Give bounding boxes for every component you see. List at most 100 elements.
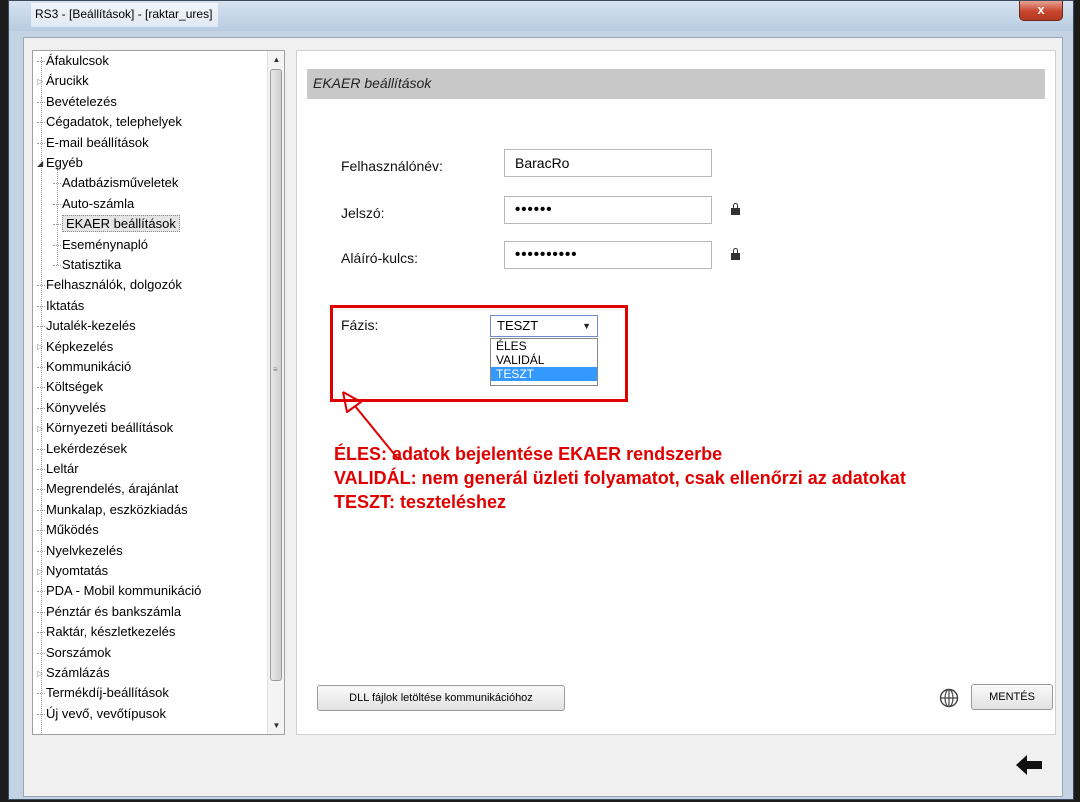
phase-label: Fázis: [341,317,379,333]
panel-title: EKAER beállítások [313,75,432,91]
tree-item[interactable]: Áfakulcsok [37,51,109,71]
tree-connector [37,704,46,724]
signing-key-label: Aláíró-kulcs: [341,250,419,266]
tree-connector [37,582,46,602]
password-field[interactable]: •••••• [504,196,712,224]
tree-item[interactable]: Felhasználók, dolgozók [37,275,182,295]
phase-option-eles[interactable]: ÉLES [491,339,597,353]
phase-option-validal[interactable]: VALIDÁL [491,353,597,367]
annotation-line-eles: ÉLES: adatok bejelentése EKAER rendszerb… [334,444,723,464]
tree-scrollbar[interactable]: ▲ ≡ ▼ [267,51,284,734]
tree-connector [37,296,46,316]
tree-item[interactable]: EKAER beállítások [53,214,180,234]
tree-item[interactable]: PDA - Mobil kommunikáció [37,581,201,601]
tree-item-label: Felhasználók, dolgozók [46,277,182,293]
lock-icon [731,203,740,215]
tree-item[interactable]: ▷ Számlázás [37,663,110,683]
lock-icon [731,248,740,260]
collapse-arrow-icon[interactable]: ◢ [37,154,46,174]
annotation-line-validal: VALIDÁL: nem generál üzleti folyamatot, … [334,468,906,488]
tree-item[interactable]: Bevételezés [37,92,117,112]
tree-item-label: Nyelvkezelés [46,542,123,558]
tree-item-label: Auto-számla [62,195,135,211]
tree-connector [53,235,62,255]
back-arrow-icon[interactable] [1016,755,1042,775]
tree-item[interactable]: Új vevő, vevőtípusok [37,704,166,724]
tree-item-label: Számlázás [46,665,110,680]
client-area: Áfakulcsok ▷ Árucikk Bevételezés Cégadatok, … [23,37,1063,797]
tree-item[interactable]: Statisztika [53,255,121,275]
tree-item-label: EKAER beállítások [62,215,180,233]
phase-option-teszt[interactable]: TESZT [491,367,597,381]
save-button[interactable]: MENTÉS [971,684,1053,710]
phase-select-value: TESZT [497,318,539,333]
tree-connector [37,113,46,133]
close-button[interactable]: x [1019,1,1063,21]
tree-item[interactable]: Cégadatok, telephelyek [37,112,182,132]
tree-item-label: Képkezelés [46,338,114,354]
tree-item-label: E-mail beállítások [46,134,149,150]
tree-item-label: Áfakulcsok [46,53,109,68]
tree-item[interactable]: Sorszámok [37,643,111,663]
tree-connector [37,378,46,398]
tree-item-label: PDA - Mobil kommunikáció [46,583,202,599]
tree-item-label: Új vevő, vevőtípusok [46,705,166,721]
tree-connector [53,215,62,235]
tree-item-label: Cégadatok, telephelyek [46,114,182,130]
globe-icon[interactable] [939,688,959,708]
tree-item[interactable]: Termékdíj-beállítások [37,683,169,703]
tree-connector [37,398,46,418]
tree-item[interactable]: Költségek [37,377,103,397]
scroll-thumb[interactable]: ≡ [270,69,282,681]
tree-item[interactable]: ▷ Árucikk [37,71,89,91]
expand-arrow-icon[interactable]: ▷ [37,419,46,439]
password-label: Jelszó: [341,205,385,221]
tree-item[interactable]: Adatbázisműveletek [53,173,178,193]
tree-item[interactable]: Pénztár és bankszámla [37,602,181,622]
signing-key-field[interactable]: •••••••••• [504,241,712,269]
tree-item[interactable]: E-mail beállítások [37,133,149,153]
settings-tree: Áfakulcsok ▷ Árucikk Bevételezés Cégadatok, … [32,50,285,735]
tree-item[interactable]: Jutalék-kezelés [37,316,136,336]
tree-item-label: Egyéb [46,155,83,170]
tree-item[interactable]: ◢ Egyéb [37,153,83,173]
expand-arrow-icon[interactable]: ▷ [37,337,46,357]
tree-item[interactable]: ▷ Környezeti beállítások [37,418,173,438]
expand-arrow-icon[interactable]: ▷ [37,664,46,684]
scroll-up-icon[interactable]: ▲ [268,51,284,68]
phase-dropdown: ÉLES VALIDÁL TESZT [490,338,598,386]
dll-download-button[interactable]: DLL fájlok letöltése kommunikációhoz [317,685,565,711]
tree-item[interactable]: Könyvelés [37,398,106,418]
tree-item-label: Árucikk [46,73,89,89]
username-field[interactable]: BaracRo [504,149,712,177]
tree-item-label: Adatbázisműveletek [62,175,179,191]
tree-item-label: Jutalék-kezelés [46,318,136,334]
tree-item-label: Könyvelés [46,399,106,415]
tree-item[interactable]: Munkalap, eszközkiadás [37,500,188,520]
tree-item[interactable]: Nyelvkezelés [37,541,123,561]
tree-item[interactable]: Iktatás [37,296,84,316]
expand-arrow-icon[interactable]: ▷ [37,72,46,92]
tree-item[interactable]: Kommunikáció [37,357,131,377]
tree-item[interactable]: ▷ Nyomtatás [37,561,108,581]
tree-connector [37,460,46,480]
tree-item[interactable]: Auto-számla [53,194,134,214]
scroll-down-icon[interactable]: ▼ [268,717,284,734]
username-label: Felhasználónév: [341,158,443,174]
tree-item[interactable]: Raktár, készletkezelés [37,622,175,642]
window-title: RS3 - [Beállítások] - [raktar_ures] [31,3,219,27]
tree-connector [37,439,46,459]
phase-select[interactable]: TESZT ▼ [490,315,598,337]
expand-arrow-icon[interactable]: ▷ [37,562,46,582]
tree-item[interactable]: Megrendelés, árajánlat [37,479,178,499]
tree-item[interactable]: ▷ Képkezelés [37,337,113,357]
tree-connector [37,623,46,643]
tree-item[interactable]: Leltár [37,459,79,479]
tree-item[interactable]: Működés [37,520,99,540]
tree-item[interactable]: Lekérdezések [37,439,127,459]
tree-item-label: Termékdíj-beállítások [46,685,169,701]
chevron-down-icon: ▼ [582,321,591,331]
tree-connector [37,276,46,296]
tree-item[interactable]: Eseménynapló [53,235,148,255]
tree-connector [37,684,46,704]
